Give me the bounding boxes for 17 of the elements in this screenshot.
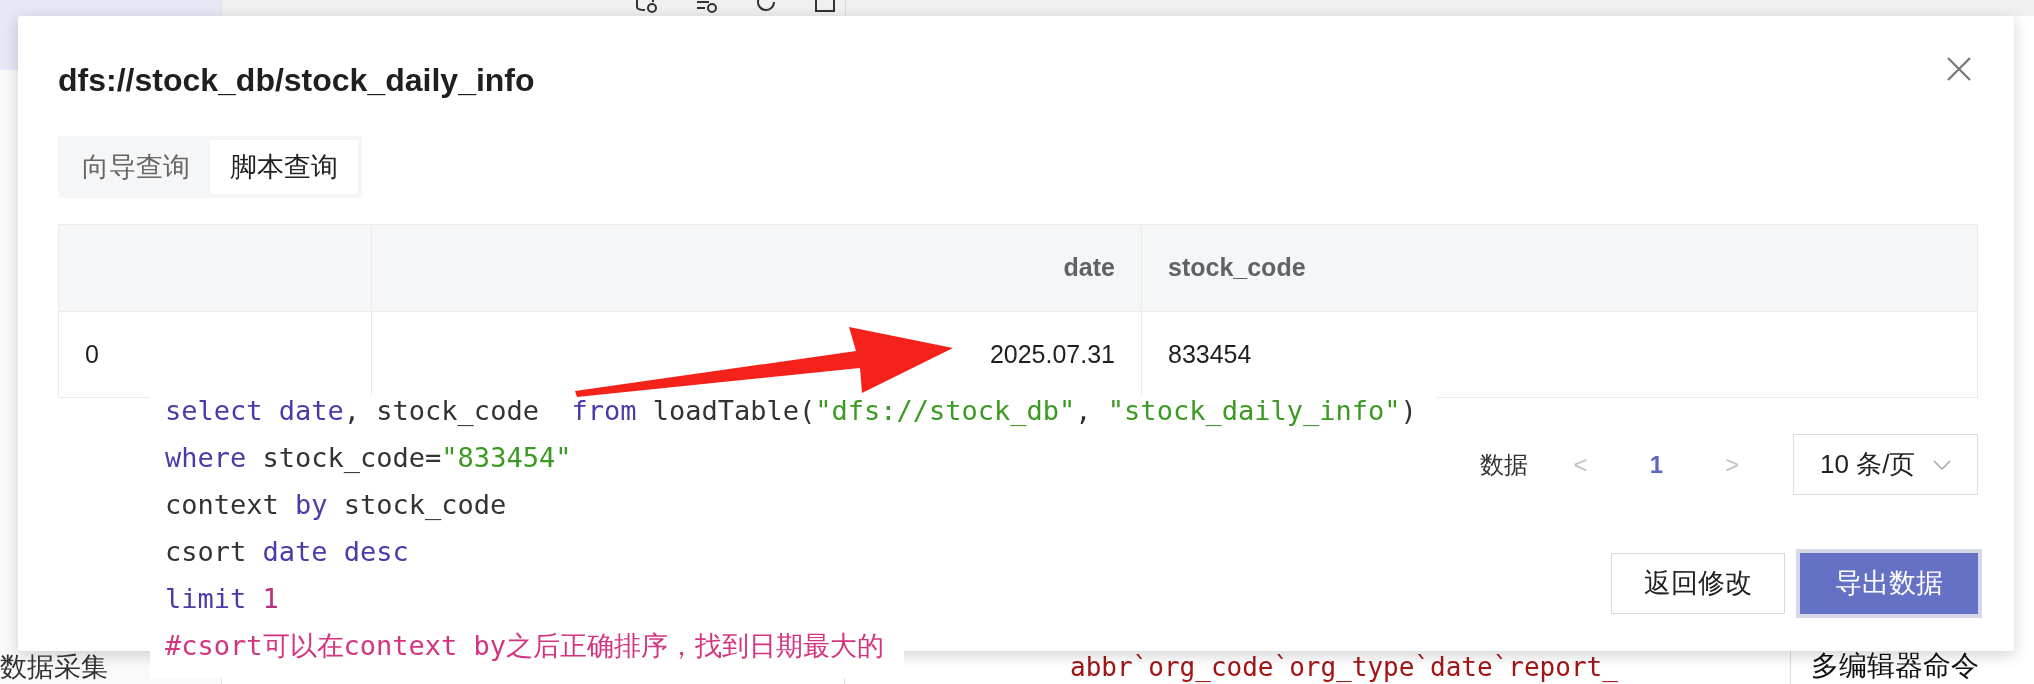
table-cell-text: 833454 bbox=[1168, 338, 1252, 370]
table-cell-text: 2025.07.31 bbox=[989, 338, 1115, 370]
column-header: stock_code bbox=[1168, 252, 1306, 284]
row-index: 0 bbox=[85, 338, 99, 370]
panel-label: 多编辑器命令 bbox=[1811, 650, 1980, 682]
tab[interactable]: 向导查询 bbox=[62, 140, 210, 194]
page-size-select[interactable]: 10 条/页 bbox=[1793, 434, 1978, 495]
sidebar-item[interactable]: 数据采集 bbox=[0, 646, 108, 684]
tab[interactable]: 脚本查询 bbox=[210, 140, 358, 194]
back-button[interactable]: 返回修改 bbox=[1611, 553, 1785, 614]
total-count: 数据 bbox=[1479, 449, 1528, 480]
dialog-title: dfs://stock_db/stock_daily_info bbox=[58, 62, 535, 98]
page-number[interactable]: 1 bbox=[1649, 446, 1663, 483]
chevron-down-icon bbox=[1933, 459, 1951, 470]
column-header: date bbox=[1063, 252, 1115, 284]
close-icon[interactable] bbox=[1946, 56, 1972, 82]
code-text: abbr`org_code`org_type`date`report_ bbox=[1070, 652, 1619, 682]
